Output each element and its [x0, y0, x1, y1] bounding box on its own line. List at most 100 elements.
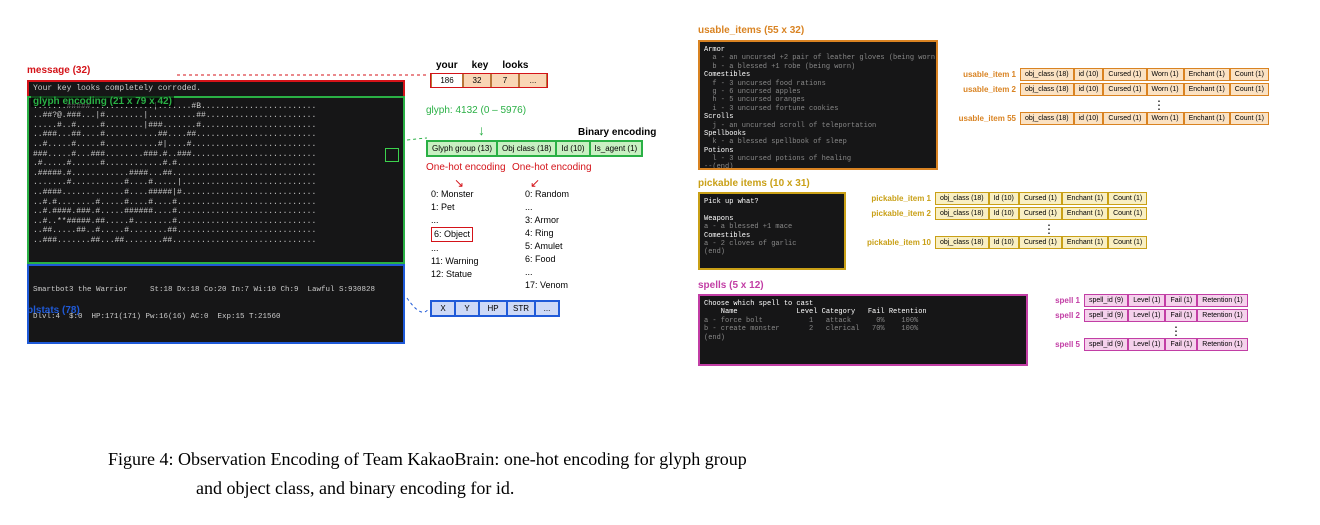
feature-pill: obj_class (18)	[935, 207, 989, 220]
enum-item: 6: Food	[525, 253, 569, 266]
glyph-pill: Obj class (18)	[497, 141, 556, 156]
feature-pill: obj_class (18)	[935, 236, 989, 249]
feature-pill: obj_class (18)	[935, 192, 989, 205]
feature-pill: Fail (1)	[1165, 338, 1197, 351]
feature-pill: Cursed (1)	[1019, 236, 1062, 249]
glyph-pill: Id (10)	[556, 141, 589, 156]
pickable-row-label: pickable_item 10	[855, 238, 935, 247]
enum-item: 4: Ring	[525, 227, 569, 240]
binary-encoding-label: Binary encoding	[578, 127, 656, 138]
arrow-down-icon: ↓	[478, 122, 485, 138]
key-label: looks	[502, 60, 528, 71]
usable-label: usable_items (55 x 32)	[698, 25, 804, 36]
pickable-row-label: pickable_item 1	[855, 194, 935, 203]
enum-item: 0: Monster	[431, 188, 479, 201]
glyph-map: .......#####.............|.......#B.....…	[27, 96, 405, 264]
feature-pill: Level (1)	[1128, 309, 1165, 322]
feature-pill: Fail (1)	[1165, 309, 1197, 322]
feature-pill: Enchant (1)	[1062, 192, 1108, 205]
feature-pill: obj_class (18)	[1020, 112, 1074, 125]
feature-pill: Cursed (1)	[1103, 68, 1146, 81]
feature-pill: id (10)	[1074, 68, 1104, 81]
feature-pill: Count (1)	[1230, 83, 1269, 96]
usable-pill-row: obj_class (18)id (10)Cursed (1)Worn (1)E…	[1020, 83, 1269, 96]
bl-pill: HP	[479, 301, 507, 316]
pickable-pill-row: obj_class (18)Id (10)Cursed (1)Enchant (…	[935, 236, 1147, 249]
spells-label: spells (5 x 12)	[698, 280, 764, 291]
feature-pill: Count (1)	[1108, 207, 1147, 220]
enum-item: 17: Venom	[525, 279, 569, 292]
one-hot-label-2: One-hot encoding	[512, 162, 592, 173]
feature-pill: Fail (1)	[1165, 294, 1197, 307]
glyph-group-list-left: 0: Monster 1: Pet ... 6: Object ... 11: …	[431, 188, 479, 281]
feature-pill: spell_id (9)	[1084, 309, 1128, 322]
enum-item: 12: Statue	[431, 268, 479, 281]
one-hot-label-1: One-hot encoding	[426, 162, 506, 173]
feature-pill: Cursed (1)	[1103, 83, 1146, 96]
enum-item: 0: Random	[525, 188, 569, 201]
game-terminal: Your key looks completely corroded. glyp…	[27, 80, 405, 296]
feature-pill: Cursed (1)	[1019, 192, 1062, 205]
enum-item: 3: Armor	[525, 214, 569, 227]
figure-caption: Figure 4: Observation Encoding of Team K…	[108, 445, 1208, 503]
status-line-1: Smartbot3 the Warrior St:18 Dx:18 Co:20 …	[33, 286, 399, 295]
feature-pill: Cursed (1)	[1103, 112, 1146, 125]
feature-pill: spell_id (9)	[1084, 294, 1128, 307]
glyph-pill: Is_agent (1)	[590, 141, 643, 156]
key-value: 186	[431, 74, 463, 87]
enum-item: 5: Amulet	[525, 240, 569, 253]
feature-pill: Id (10)	[989, 192, 1019, 205]
enum-item: ...	[525, 266, 569, 279]
feature-pill: Count (1)	[1230, 68, 1269, 81]
spell-pill-row: spell_id (9)Level (1)Fail (1)Retention (…	[1084, 338, 1248, 351]
enum-item: ...	[431, 242, 479, 255]
feature-pill: Retention (1)	[1197, 338, 1247, 351]
usable-row-label: usable_item 2	[950, 85, 1020, 94]
key-label: key	[472, 60, 489, 71]
feature-pill: id (10)	[1074, 83, 1104, 96]
feature-pill: Enchant (1)	[1184, 83, 1230, 96]
key-value: 32	[463, 74, 491, 87]
enum-item: ...	[525, 201, 569, 214]
pickable-label: pickable items (10 x 31)	[698, 178, 810, 189]
feature-pill: Cursed (1)	[1019, 207, 1062, 220]
bl-pill: X	[431, 301, 455, 316]
message-label: message (32)	[27, 65, 90, 76]
enum-item-highlight: 6: Object	[431, 227, 473, 242]
enum-item: 11: Warning	[431, 255, 479, 268]
feature-pill: Id (10)	[989, 207, 1019, 220]
bl-pill: ...	[535, 301, 559, 316]
key-value: ...	[519, 74, 547, 87]
key-value: 7	[491, 74, 519, 87]
key-example: your key looks 186 32 7 ...	[430, 60, 548, 88]
usable-item-rows: usable_item 1 obj_class (18)id (10)Curse…	[950, 68, 1300, 125]
spell-row-label: spell 2	[1040, 311, 1084, 320]
status-line-2: Dlvl:4 $:0 HP:171(171) Pw:16(16) AC:0 Ex…	[33, 313, 399, 322]
feature-pill: Retention (1)	[1197, 309, 1247, 322]
feature-pill: Enchant (1)	[1184, 112, 1230, 125]
glyph-note: glyph: 4132 (0 – 5976)	[426, 105, 526, 116]
feature-pill: Worn (1)	[1147, 83, 1184, 96]
feature-pill: obj_class (18)	[1020, 68, 1074, 81]
usable-row-label: usable_item 55	[950, 114, 1020, 123]
feature-pill: Count (1)	[1108, 236, 1147, 249]
glyph-pill: Glyph group (13)	[427, 141, 497, 156]
feature-pill: Level (1)	[1128, 294, 1165, 307]
usable-row-label: usable_item 1	[950, 70, 1020, 79]
message-bar: Your key looks completely corroded.	[27, 80, 405, 96]
usable-terminal: Armor a - an uncursed +2 pair of leather…	[698, 40, 938, 170]
feature-pill: Retention (1)	[1197, 294, 1247, 307]
spell-pill-row: spell_id (9)Level (1)Fail (1)Retention (…	[1084, 309, 1248, 322]
spell-row-label: spell 5	[1040, 340, 1084, 349]
feature-pill: Count (1)	[1230, 112, 1269, 125]
glyph-cursor-box	[385, 148, 399, 162]
glyph-label: glyph encoding (21 x 79 x 42)	[31, 96, 174, 107]
bl-pill: STR	[507, 301, 535, 316]
feature-pill: id (10)	[1074, 112, 1104, 125]
pickable-terminal: Pick up what? Weapons a - a blessed +1 m…	[698, 192, 846, 270]
feature-pill: Count (1)	[1108, 192, 1147, 205]
status-bar: Smartbot3 the Warrior St:18 Dx:18 Co:20 …	[27, 264, 405, 344]
feature-pill: Enchant (1)	[1062, 236, 1108, 249]
pickable-pill-row: obj_class (18)Id (10)Cursed (1)Enchant (…	[935, 192, 1147, 205]
pickable-item-rows: pickable_item 1 obj_class (18)Id (10)Cur…	[855, 192, 1165, 249]
